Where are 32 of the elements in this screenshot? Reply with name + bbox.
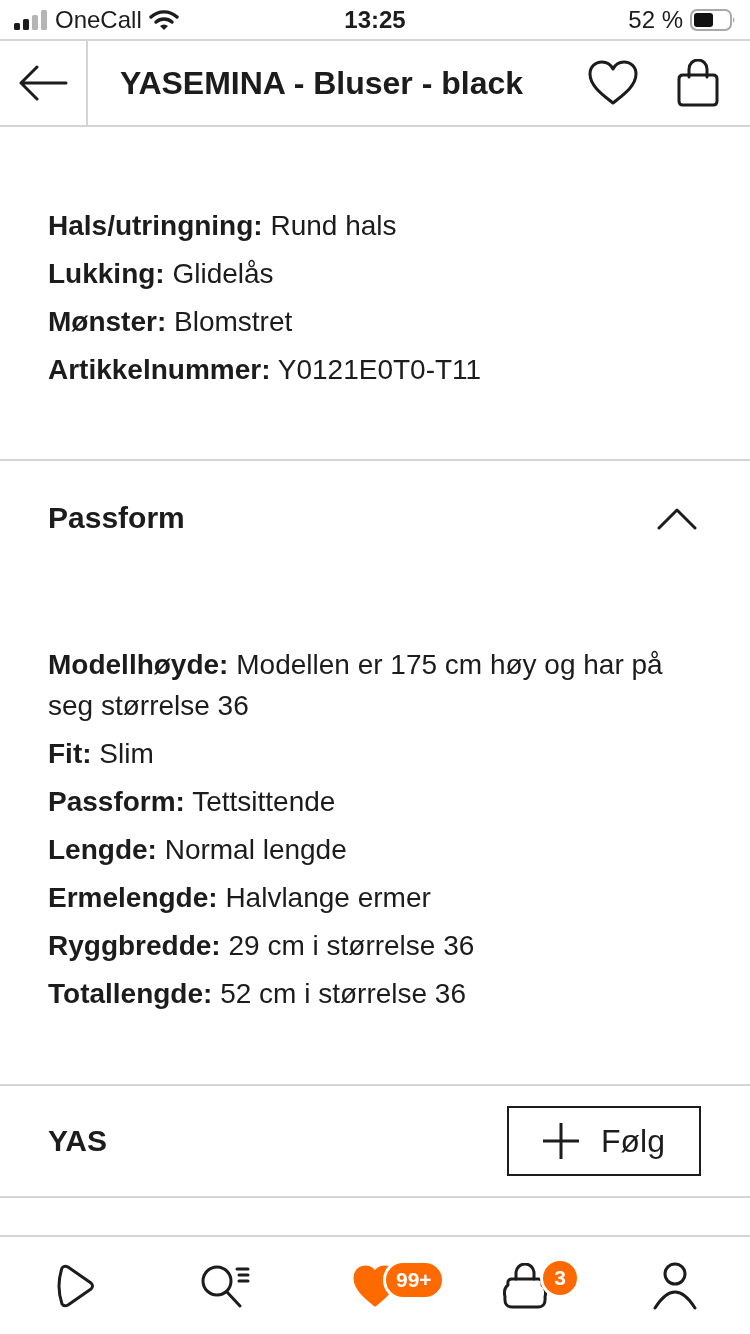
bag-icon [677, 59, 719, 107]
plus-icon [543, 1123, 579, 1159]
back-arrow-icon [18, 65, 68, 101]
wishlist-tab[interactable]: 99+ [300, 1237, 450, 1334]
signal-icon [14, 9, 48, 30]
battery-icon [690, 8, 736, 31]
battery-percent: 52 % [628, 4, 683, 35]
brand-name: YAS [48, 1123, 107, 1159]
detail-line: Totallengde: 52 cm i størrelse 36 [48, 977, 467, 1011]
search-icon [200, 1263, 250, 1308]
carrier-name: OneCall [55, 4, 142, 35]
play-icon [55, 1263, 95, 1308]
detail-line: Hals/utringning: Rund hals [48, 209, 398, 243]
wifi-icon [148, 8, 179, 31]
detail-line: Passform: Tettsittende [48, 785, 337, 819]
chevron-up-icon[interactable] [657, 506, 697, 530]
section-title: Passform [48, 500, 185, 536]
heart-icon [588, 60, 638, 106]
detail-line: Modellhøyde: Modellen er 175 cm høy og har på seg størrelse 36 [48, 648, 664, 723]
product-title: YASEMINA - Bluser - black [119, 63, 525, 103]
detail-line: Ryggbredde: 29 cm i størrelse 36 [48, 929, 476, 963]
bag-icon [502, 1262, 548, 1309]
detail-line: Fit: Slim [48, 737, 155, 771]
detail-line: Lengde: Normal lengde [48, 833, 348, 867]
cart-tab[interactable]: 3 [450, 1237, 600, 1334]
detail-line: Artikkelnummer: Y0121E0T0-T11 [48, 353, 483, 387]
follow-button[interactable]: Følg [507, 1106, 701, 1176]
clock-time: 13:25 [344, 4, 406, 35]
detail-line: Mønster: Blomstret [48, 305, 294, 339]
person-icon [653, 1261, 697, 1310]
detail-line: Lukking: Glidelås [48, 257, 275, 291]
detail-line: Ermelengde: Halvlange ermer [48, 881, 432, 915]
